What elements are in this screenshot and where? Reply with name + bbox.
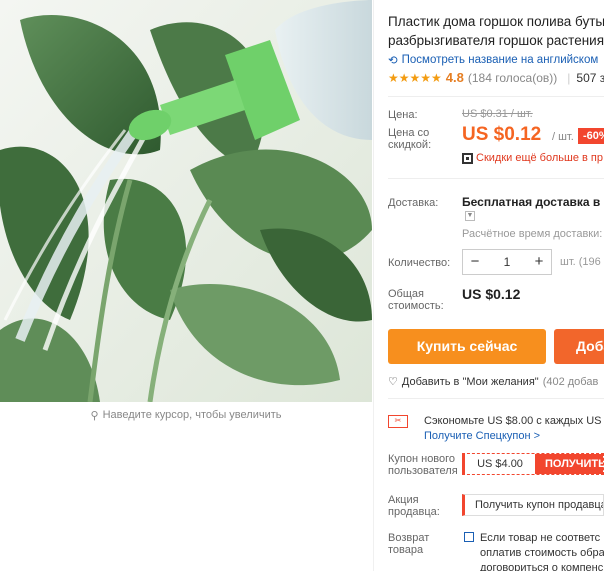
wishlist-count: (402 добав [542, 375, 599, 388]
orders-count: 507 з [576, 70, 604, 85]
translate-icon: ⟲ [388, 55, 398, 67]
heart-plus-icon: ♡ [388, 376, 398, 388]
english-title-link-label: Посмотреть название на английском [401, 54, 599, 66]
shipping-label: Доставка: [388, 197, 439, 209]
new-user-coupon-label-2: пользователя [388, 465, 458, 477]
returns-label-1: Возврат [388, 532, 430, 544]
add-to-cart-button[interactable]: Добав [554, 329, 604, 364]
sale-price: US $0.12 [462, 124, 542, 145]
discount-badge: -60% [578, 128, 604, 144]
zoom-hint-text: Наведите курсор, чтобы увеличить [102, 409, 282, 421]
new-user-coupon-label-1: Купон нового [388, 453, 456, 465]
new-user-coupon-value: US $4.00 [477, 458, 523, 470]
add-to-wishlist-link[interactable]: ♡ Добавить в "Мои желания" (402 добав [388, 375, 599, 389]
quantity-plus-button[interactable]: + [527, 250, 551, 274]
rating-stars-icon: ★★★★★ [388, 70, 442, 85]
price-unit: / шт. [552, 131, 574, 143]
total-label-2: стоимость: [388, 300, 444, 312]
magnifier-icon: ⚲ [90, 409, 99, 422]
seller-promo-label-1: Акция [388, 494, 419, 506]
get-special-coupon-link[interactable]: Получите Спецкупон > [424, 430, 540, 442]
discount-price-label-2: скидкой: [388, 139, 432, 151]
returns-line3: договориться о компенс [480, 562, 604, 571]
returns-policy-text: Если товар не соответс оплатив стоимость… [480, 531, 604, 571]
product-title-line2: разбрызгивателя горшок растения [388, 33, 604, 48]
votes-link[interactable]: (184 голоса(ов)) [468, 71, 557, 85]
quantity-input[interactable]: 1 [487, 255, 527, 269]
english-title-link[interactable]: ⟲ Посмотреть название на английском [388, 53, 598, 67]
coupon-ticket-icon: ✂ [388, 415, 408, 428]
shipping-dropdown-chevron-icon[interactable]: ▼ [465, 211, 475, 221]
quantity-available: шт. (196 ш [560, 256, 604, 268]
product-image[interactable] [0, 0, 372, 402]
get-seller-coupon-button[interactable]: Получить купон продавца [462, 494, 604, 516]
get-coupon-button[interactable]: ПОЛУЧИТЬ [535, 454, 603, 474]
wishlist-label: Добавить в "Мои желания" [401, 375, 539, 388]
qr-code-icon [462, 152, 473, 164]
quantity-label: Количество: [388, 257, 451, 269]
returns-policy-icon [464, 532, 474, 542]
rating-separator: | [567, 70, 571, 85]
quantity-stepper: − 1 + [462, 249, 552, 275]
divider [373, 0, 374, 571]
rating-row: ★★★★★ 4.8 (184 голоса(ов)) | 507 з [388, 70, 604, 85]
returns-line2: оплатив стоимость обрат [480, 547, 604, 559]
product-photo-illustration [0, 0, 372, 402]
returns-line1: Если товар не соответс [480, 532, 601, 544]
total-price: US $0.12 [462, 286, 521, 302]
divider [388, 398, 604, 399]
product-info-panel: Пластик дома горшок полива буты разбрызг… [388, 0, 604, 571]
special-coupon-text: Сэкономьте US $8.00 с каждых US $1 [424, 415, 604, 427]
returns-label-2: товара [388, 544, 424, 556]
buy-now-button[interactable]: Купить сейчас [388, 329, 546, 364]
product-title: Пластик дома горшок полива буты разбрызг… [388, 12, 604, 50]
delivery-time: Расчётное время доставки: 2 [462, 228, 604, 240]
shipping-value: Бесплатная доставка в Rus [462, 195, 604, 209]
zoom-hint: ⚲ Наведите курсор, чтобы увеличить [0, 402, 372, 428]
returns-label: Возврат товара [388, 532, 429, 556]
app-promo-text: Скидки ещё больше в пр [476, 152, 603, 164]
rating-value: 4.8 [445, 70, 464, 85]
quantity-minus-button[interactable]: − [463, 250, 487, 274]
divider [388, 178, 604, 179]
product-title-line1: Пластик дома горшок полива буты [388, 14, 604, 29]
divider [388, 96, 604, 97]
total-label-1: Общая [388, 288, 424, 300]
seller-promo-label-2: продавца: [388, 506, 440, 518]
new-user-coupon-label: Купон нового пользователя [388, 453, 458, 477]
seller-promo-label: Акция продавца: [388, 494, 440, 518]
discount-price-label-1: Цена со [388, 127, 430, 139]
new-user-coupon: US $4.00 ПОЛУЧИТЬ [462, 453, 604, 475]
total-label: Общая стоимость: [388, 288, 444, 312]
discount-price-label: Цена со скидкой: [388, 127, 431, 151]
app-promo-link[interactable]: Скидки ещё больше в пр [462, 152, 603, 164]
old-price: US $0.31 / шт. [462, 108, 533, 120]
price-label: Цена: [388, 109, 418, 121]
